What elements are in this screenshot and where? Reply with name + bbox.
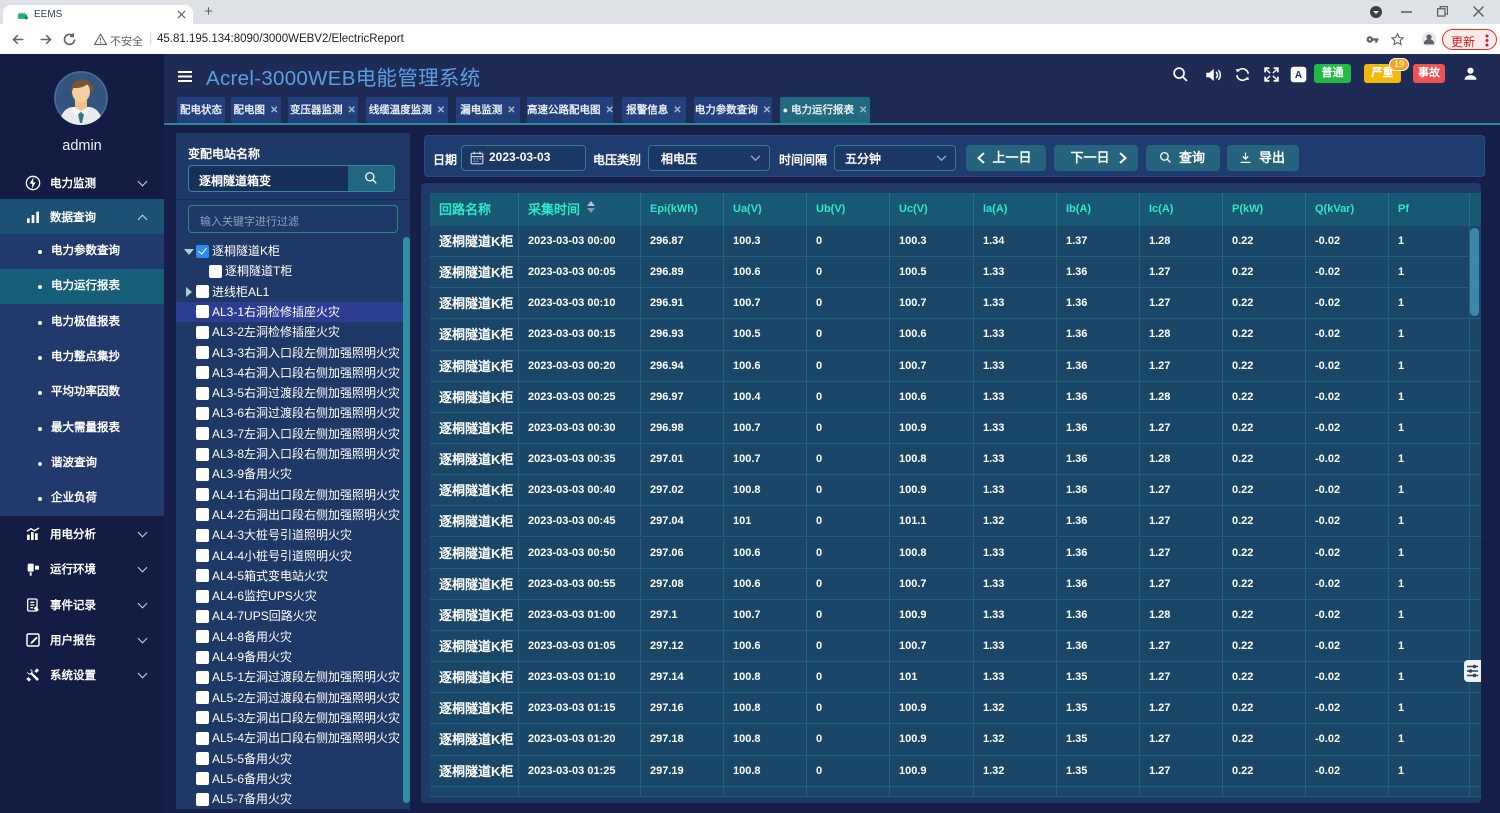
svg-text:A: A [1295,70,1302,81]
